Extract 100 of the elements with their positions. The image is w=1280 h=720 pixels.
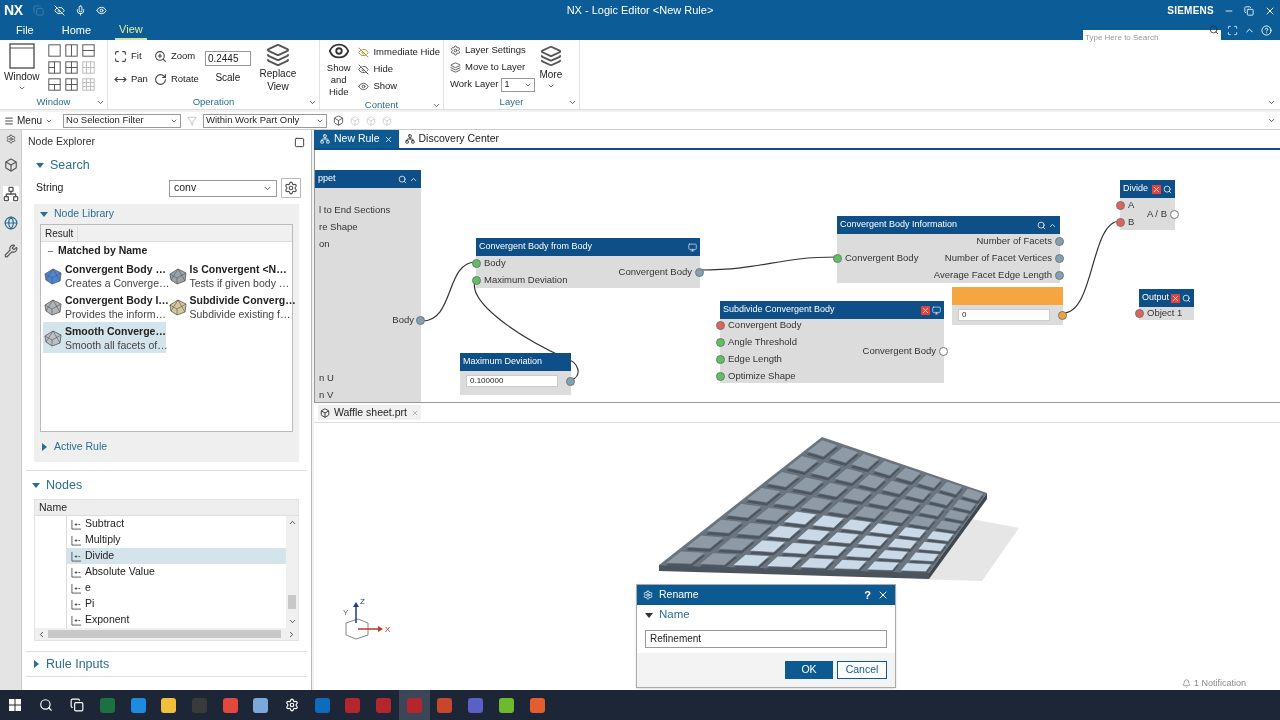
ribbon-options-icon[interactable] <box>1267 98 1276 107</box>
delete-node-icon[interactable] <box>1171 293 1180 303</box>
show-and-hide-button[interactable]: Show and Hide <box>323 40 355 98</box>
expand-toggle-icon[interactable] <box>40 210 48 218</box>
search-icon[interactable] <box>398 174 407 184</box>
node-header[interactable]: Subdivide Convergent Body <box>720 301 944 319</box>
port-handle[interactable] <box>1135 309 1144 318</box>
hide-icon[interactable] <box>53 5 65 16</box>
scrollbar-thumb[interactable] <box>48 630 281 638</box>
preview-icon[interactable] <box>688 242 697 252</box>
zoom-button[interactable]: Zoom <box>153 47 199 65</box>
window-button[interactable]: Window <box>4 43 40 92</box>
view-layout-icon[interactable] <box>64 61 78 74</box>
string-field[interactable]: conv <box>169 179 277 197</box>
delete-node-icon[interactable] <box>921 305 930 315</box>
full-screen-icon[interactable] <box>1227 24 1238 36</box>
search-field[interactable]: Type Here to Search <box>1083 29 1221 45</box>
result-item[interactable]: Smooth Converge… Smooth all facets of… <box>43 322 166 353</box>
view-layout-icon[interactable] <box>64 78 78 91</box>
expand-toggle-icon[interactable] <box>40 443 48 451</box>
port-handle[interactable] <box>1058 310 1067 320</box>
name-field[interactable]: Refinement <box>645 629 887 648</box>
result-item[interactable]: Convergent Body I… Provides the inform… <box>43 291 166 322</box>
node-header[interactable]: Divide <box>1120 180 1175 198</box>
node-header[interactable]: Convergent Body Information <box>837 216 1060 234</box>
view-layout-icon[interactable] <box>47 61 61 74</box>
node-list-item[interactable]: Multiply <box>67 532 286 548</box>
globe-icon[interactable] <box>3 216 18 230</box>
port-handle[interactable] <box>1170 209 1179 219</box>
node-header[interactable]: ppet <box>315 170 421 188</box>
model-viewport[interactable]: Z Y X 1 Notification Rename ? Name Refinement OK Cancel <box>314 423 1280 690</box>
scroll-left-icon[interactable] <box>37 629 46 639</box>
settings-button[interactable] <box>281 178 301 198</box>
restore-icon[interactable] <box>1244 5 1254 16</box>
waffle-sheet-drawing[interactable] <box>659 437 1019 581</box>
port-handle[interactable] <box>1055 254 1064 263</box>
port-handle[interactable] <box>416 316 425 325</box>
show-icon[interactable] <box>95 5 107 16</box>
port-handle[interactable] <box>472 276 481 285</box>
scale-field[interactable]: 0.2445 <box>204 50 251 66</box>
menu-button[interactable]: Menu <box>4 113 53 128</box>
port-handle[interactable] <box>566 376 575 386</box>
menu-tab[interactable]: Home <box>57 20 96 40</box>
part-navigator-icon[interactable] <box>3 158 18 172</box>
view-layout-icon[interactable] <box>47 78 61 91</box>
preview-icon[interactable] <box>932 305 941 315</box>
node-header[interactable]: Maximum Deviation <box>460 353 571 371</box>
more-button[interactable]: More <box>539 45 563 90</box>
port-handle[interactable] <box>695 267 704 277</box>
value-field[interactable]: 0.100000 <box>466 375 558 387</box>
expand-toggle-icon[interactable] <box>32 660 40 668</box>
node-list-item[interactable]: Absolute Value <box>67 564 286 580</box>
port-handle[interactable] <box>716 372 725 381</box>
close-icon[interactable] <box>877 589 889 601</box>
port-handle[interactable] <box>716 338 725 347</box>
expand-toggle-icon[interactable] <box>36 161 44 169</box>
node-list-item[interactable]: Subtract <box>67 516 286 532</box>
port-handle[interactable] <box>716 355 725 364</box>
node-explorer-icon[interactable] <box>2 186 19 202</box>
gear-icon[interactable] <box>5 134 16 144</box>
expand-toggle-icon[interactable] <box>32 481 40 489</box>
node-list-item[interactable]: Divide <box>67 548 286 564</box>
search-icon[interactable] <box>1182 293 1191 303</box>
port-handle[interactable] <box>1055 237 1064 246</box>
tools-icon[interactable] <box>3 244 18 258</box>
port-handle[interactable] <box>1116 218 1125 227</box>
view-layout-icon[interactable] <box>47 44 61 57</box>
value-field[interactable]: 0 <box>958 309 1050 321</box>
node-list-item[interactable]: Exponent <box>67 612 286 628</box>
immediate-hide-button[interactable]: Immediate Hide <box>358 43 440 61</box>
viewport-tab[interactable]: Waffle sheet.prt <box>318 404 421 421</box>
scroll-right-icon[interactable] <box>287 629 296 639</box>
delete-node-icon[interactable] <box>1152 184 1161 194</box>
notification[interactable]: 1 Notification <box>1181 676 1246 690</box>
rotate-button[interactable]: Rotate <box>153 70 199 88</box>
scroll-down-icon[interactable] <box>287 617 297 626</box>
ok-button[interactable]: OK <box>785 661 833 679</box>
hide-button[interactable]: Hide <box>358 60 440 78</box>
node-list-item[interactable]: e <box>67 580 286 596</box>
work-layer-dropdown[interactable]: 1 <box>501 77 536 92</box>
port-handle[interactable] <box>1055 271 1064 280</box>
scrollbar-thumb[interactable] <box>288 595 296 609</box>
move-to-layer-button[interactable]: Move to Layer <box>450 59 536 76</box>
layer-settings-button[interactable]: Layer Settings <box>450 42 536 59</box>
help-icon[interactable] <box>1261 24 1272 36</box>
replace-view-button[interactable]: Replace View <box>256 42 299 93</box>
result-item[interactable]: Is Convergent <N… Tests if given body … <box>167 260 290 291</box>
menu-tab[interactable]: File <box>12 20 38 40</box>
editor-tab[interactable]: Discovery Center <box>398 130 506 148</box>
fit-button[interactable]: Fit <box>114 47 148 65</box>
cancel-button[interactable]: Cancel <box>837 661 887 679</box>
search-icon[interactable] <box>1209 24 1219 35</box>
port-handle[interactable] <box>472 259 481 268</box>
port-handle[interactable] <box>716 321 725 330</box>
view-layout-icon[interactable] <box>81 44 95 57</box>
search-icon[interactable] <box>1163 184 1172 194</box>
port-handle[interactable] <box>939 346 948 356</box>
selection-filter-dropdown[interactable]: No Selection Filter <box>63 113 181 128</box>
show-button[interactable]: Show <box>358 77 440 95</box>
node-header[interactable]: Convergent Body from Body <box>476 238 700 256</box>
